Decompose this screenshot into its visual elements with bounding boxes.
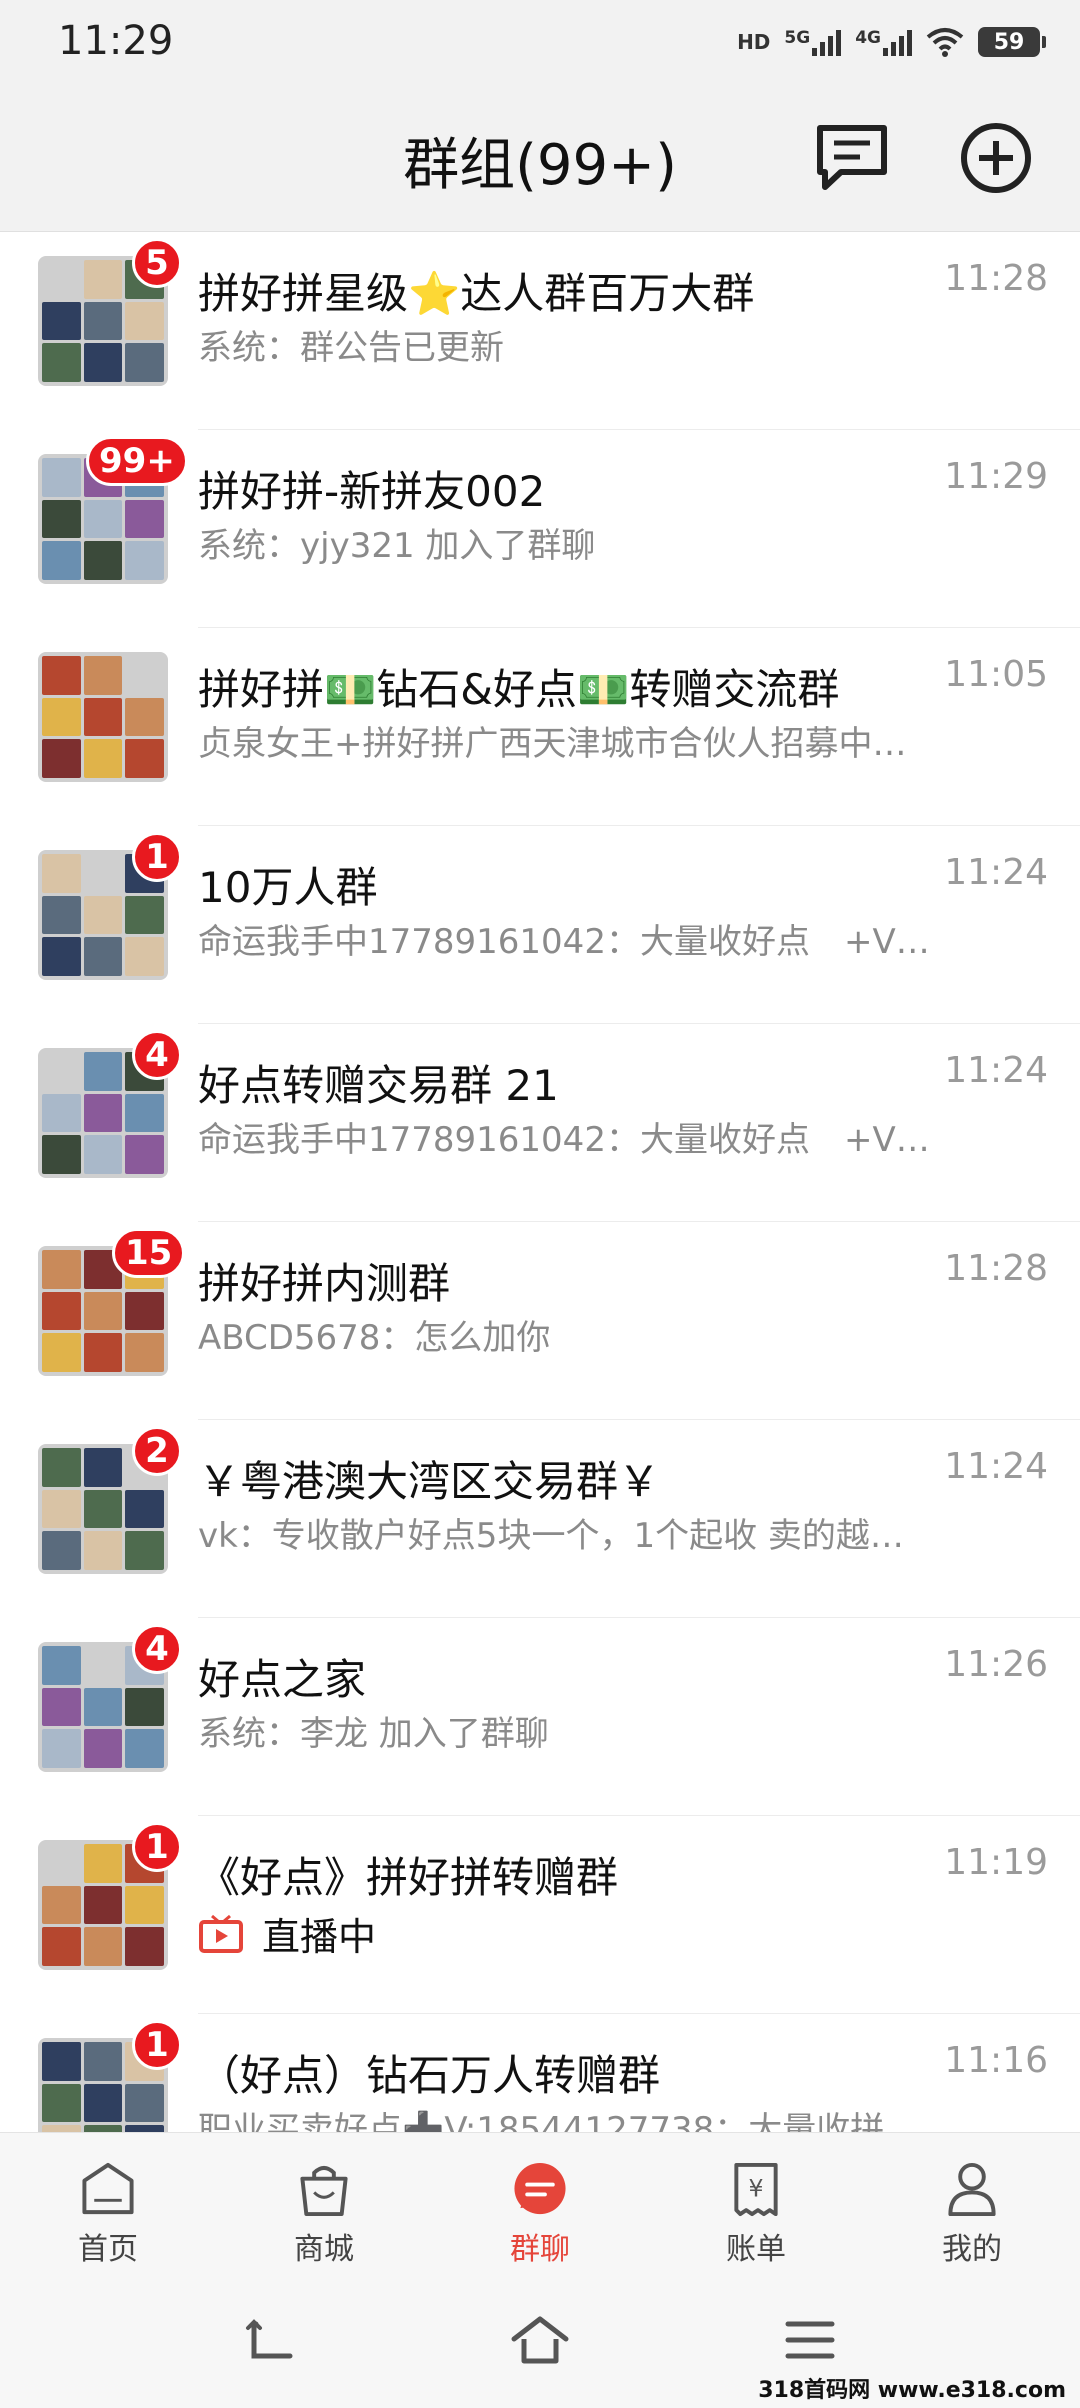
home-icon bbox=[82, 2162, 134, 2215]
system-navigation: 318首码网 www.e318.com bbox=[0, 2268, 1080, 2408]
tab-label: 账单 bbox=[726, 2232, 786, 2267]
live-label: 直播中 bbox=[262, 1915, 377, 1959]
group-time: 11:26 bbox=[944, 1644, 1048, 1685]
group-last-message: 贞泉女王+拼好拼广西天津城市合伙人招募中… bbox=[198, 724, 907, 764]
home-nav-button[interactable] bbox=[510, 2310, 570, 2370]
group-time: 11:19 bbox=[944, 1842, 1048, 1883]
group-title: ￥粤港澳大湾区交易群￥ bbox=[198, 1457, 661, 1506]
unread-badge: 15 bbox=[112, 1228, 186, 1278]
group-row[interactable]: 拼好拼💵钻石&好点💵转赠交流群贞泉女王+拼好拼广西天津城市合伙人招募中… 11:0… bbox=[0, 628, 1080, 826]
group-time: 11:29 bbox=[944, 456, 1048, 497]
group-last-message: 命运我手中17789161042：大量收好点 +V… bbox=[198, 922, 930, 962]
unread-badge: 4 bbox=[132, 1030, 182, 1080]
group-time: 11:24 bbox=[944, 1050, 1048, 1091]
group-time: 11:16 bbox=[944, 2040, 1048, 2081]
unread-badge: 99+ bbox=[86, 436, 188, 486]
tab-label: 首页 bbox=[78, 2232, 138, 2267]
group-row[interactable]: 1 《好点》拼好拼转赠群直播中 11:19 bbox=[0, 1816, 1080, 2014]
group-row[interactable]: 99+ 拼好拼-新拼友002 系统：yjy321 加入了群聊 11:29 bbox=[0, 430, 1080, 628]
tab-label: 我的 bbox=[942, 2232, 1002, 2267]
group-time: 11:28 bbox=[944, 1248, 1048, 1289]
group-time: 11:24 bbox=[944, 1446, 1048, 1487]
group-last-message: 系统：yjy321 加入了群聊 bbox=[198, 526, 596, 566]
group-title: 好点转赠交易群 21 bbox=[198, 1061, 559, 1110]
group-title: 拼好拼-新拼友002 bbox=[198, 467, 546, 516]
group-last-message: 系统：群公告已更新 bbox=[198, 328, 504, 368]
group-list[interactable]: 5 拼好拼星级⭐达人群百万大群系统：群公告已更新 11:28 99+ 拼好拼-新拼友00… bbox=[0, 232, 1080, 2132]
group-row[interactable]: 5 拼好拼星级⭐达人群百万大群系统：群公告已更新 11:28 bbox=[0, 232, 1080, 430]
group-last-message: ABCD5678：怎么加你 bbox=[198, 1318, 551, 1358]
tab-bill[interactable]: ¥ 账单 bbox=[648, 2133, 864, 2268]
group-row[interactable]: 15 拼好拼内测群 ABCD5678：怎么加你 11:28 bbox=[0, 1222, 1080, 1420]
group-avatar bbox=[38, 652, 168, 782]
group-title: 好点之家 bbox=[198, 1655, 367, 1704]
group-time: 11:24 bbox=[944, 852, 1048, 893]
group-row[interactable]: 2 ￥粤港澳大湾区交易群￥ vk：专收散户好点5块一个，1个起收 卖的越… 11:24 bbox=[0, 1420, 1080, 1618]
svg-text:¥: ¥ bbox=[748, 2174, 763, 2202]
menu-icon bbox=[785, 2321, 835, 2359]
unread-badge: 5 bbox=[132, 238, 182, 288]
group-title: （好点）钻石万人转赠群 bbox=[198, 2051, 661, 2100]
status-icons: HD 5G 4G 59 bbox=[737, 20, 1046, 64]
tab-label: 商城 bbox=[294, 2232, 354, 2267]
back-icon bbox=[246, 2319, 293, 2359]
status-bar: 11:29 HD 5G 4G 59 bbox=[0, 0, 1080, 80]
group-title: 拼好拼星级⭐达人群百万大群 bbox=[198, 269, 755, 318]
group-row[interactable]: 1 （好点）钻石万人转赠群职业买卖好点➕V:18544127738：大量收拼… 11… bbox=[0, 2014, 1080, 2132]
unread-badge: 1 bbox=[132, 832, 182, 882]
group-last-message: 系统：李龙 加入了群聊 bbox=[198, 1714, 549, 1754]
group-title: 《好点》拼好拼转赠群 bbox=[198, 1853, 619, 1902]
signal-5g-icon: 5G bbox=[784, 28, 842, 56]
tab-group-chat[interactable]: 群聊 bbox=[432, 2133, 648, 2268]
group-title: 拼好拼内测群 bbox=[198, 1259, 451, 1308]
group-last-message: 命运我手中17789161042：大量收好点 +V… bbox=[198, 1120, 930, 1160]
wifi-icon bbox=[926, 28, 964, 57]
group-row[interactable]: 1 10万人群命运我手中17789161042：大量收好点 +V… 11:24 bbox=[0, 826, 1080, 1024]
group-row[interactable]: 4 好点之家系统：李龙 加入了群聊 11:26 bbox=[0, 1618, 1080, 1816]
unread-badge: 1 bbox=[132, 1822, 182, 1872]
group-time: 11:05 bbox=[944, 654, 1048, 695]
group-title: 10万人群 bbox=[198, 863, 378, 912]
tab-home[interactable]: 首页 bbox=[0, 2133, 216, 2268]
unread-badge: 4 bbox=[132, 1624, 182, 1674]
live-tv-icon bbox=[199, 1914, 243, 1953]
status-time: 11:29 bbox=[58, 18, 174, 64]
profile-icon bbox=[948, 2162, 996, 2217]
group-last-message: 职业买卖好点➕V:18544127738：大量收拼… bbox=[198, 2110, 919, 2132]
home-nav-icon bbox=[511, 2316, 569, 2364]
group-last-message: vk：专收散户好点5块一个，1个起收 卖的越… bbox=[198, 1516, 904, 1556]
signal-4g-icon: 4G bbox=[855, 28, 912, 56]
shopping-bag-icon bbox=[300, 2165, 348, 2217]
group-title: 拼好拼💵钻石&好点💵转赠交流群 bbox=[198, 665, 840, 714]
unread-badge: 1 bbox=[132, 2020, 182, 2070]
header: 群组(99+) bbox=[0, 80, 1080, 232]
battery-icon: 59 bbox=[978, 27, 1046, 57]
page-title: 群组(99+) bbox=[403, 133, 677, 198]
live-indicator: 直播中 bbox=[198, 1906, 376, 1961]
group-time: 11:28 bbox=[944, 258, 1048, 299]
group-chat-icon bbox=[514, 2162, 566, 2215]
unread-badge: 2 bbox=[132, 1426, 182, 1476]
hd-indicator: HD bbox=[737, 30, 771, 54]
tab-mine[interactable]: 我的 bbox=[864, 2133, 1080, 2268]
bill-icon: ¥ bbox=[734, 2162, 778, 2217]
group-row[interactable]: 4 好点转赠交易群 21 命运我手中17789161042：大量收好点 +V… 11:… bbox=[0, 1024, 1080, 1222]
watermark: 318首码网 www.e318.com bbox=[758, 2378, 1066, 2403]
add-circle-icon bbox=[961, 123, 1031, 193]
chat-button[interactable] bbox=[812, 118, 892, 198]
tab-bar: 首页 商城 群聊 ¥ 账单 我的 bbox=[0, 2132, 1080, 2268]
chat-icon bbox=[817, 125, 887, 190]
add-button[interactable] bbox=[956, 118, 1036, 198]
tab-label: 群聊 bbox=[510, 2232, 570, 2267]
back-button[interactable] bbox=[240, 2310, 300, 2370]
menu-button[interactable] bbox=[780, 2310, 840, 2370]
tab-mall[interactable]: 商城 bbox=[216, 2133, 432, 2268]
